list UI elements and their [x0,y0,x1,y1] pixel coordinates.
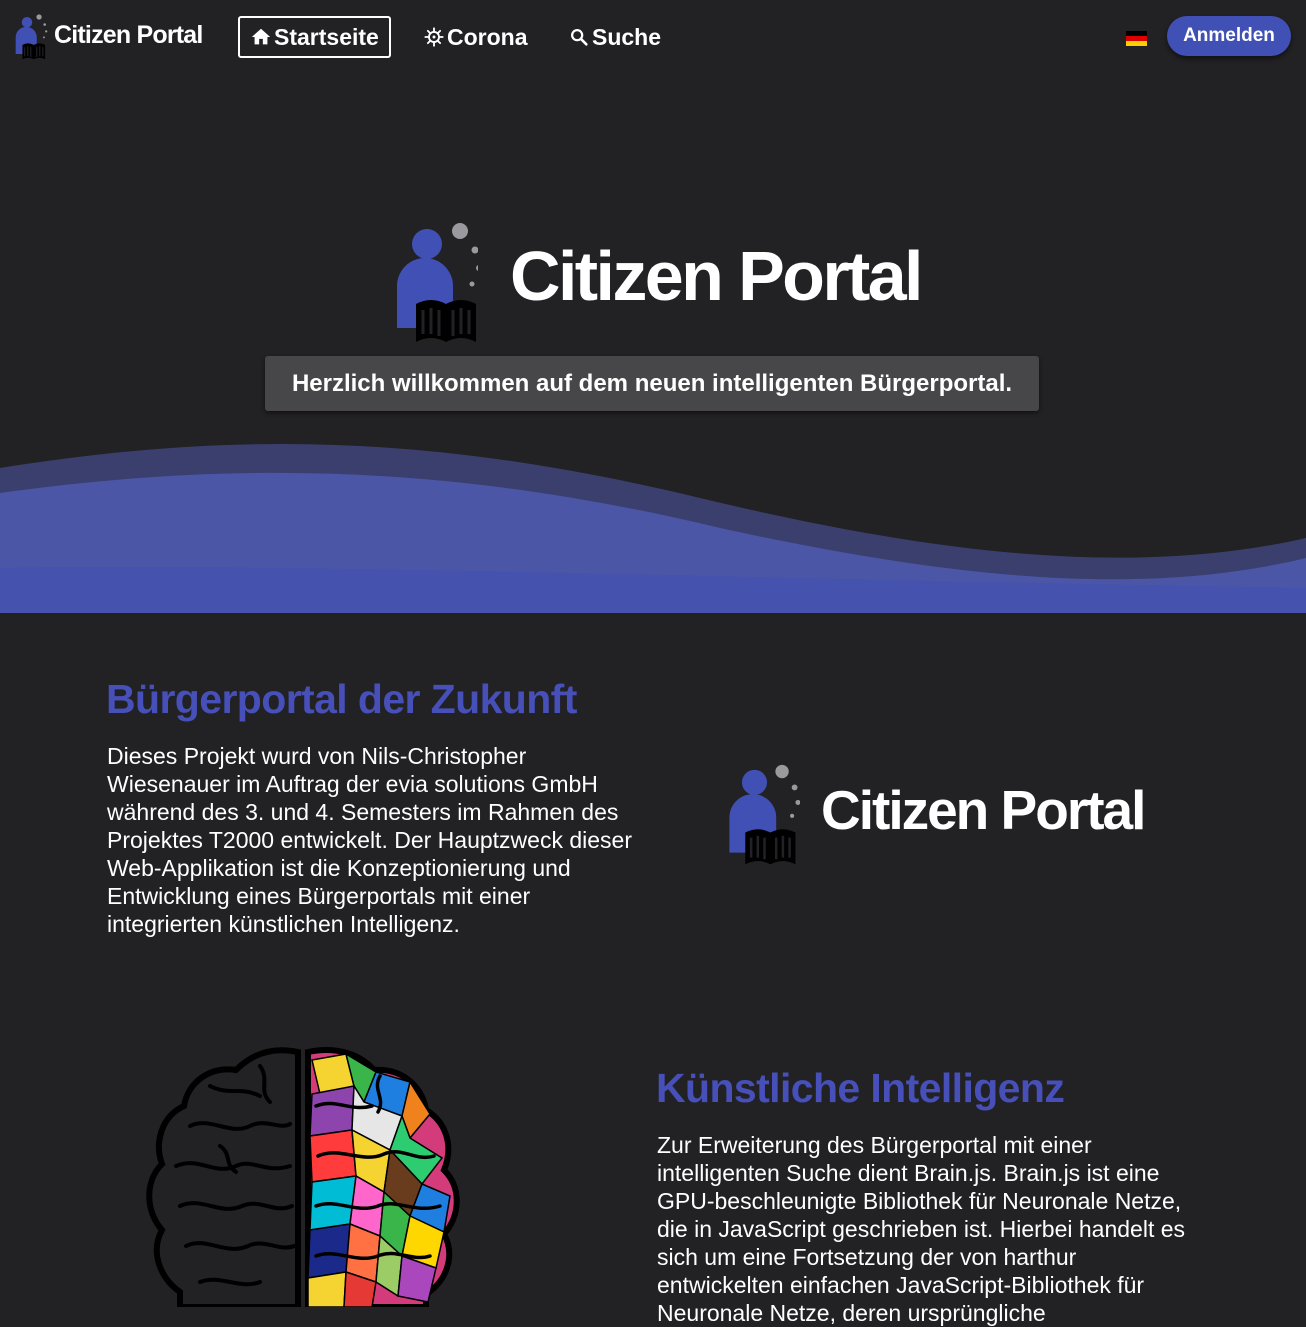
hero-subtitle: Herzlich willkommen auf dem neuen intell… [265,356,1039,411]
nav-item-corona[interactable]: Corona [423,16,528,58]
virus-icon [423,26,445,48]
nav-label-suche: Suche [592,23,662,50]
about-logo-icon [729,764,800,865]
hero-title: Citizen Portal [510,237,923,315]
hero-logo-icon [397,223,478,342]
search-icon [568,26,590,48]
home-icon [250,26,272,48]
about-logo-text: Citizen Portal [821,779,1146,841]
hero-wave-divider [0,444,1306,613]
about-text: Dieses Projekt wurd von Nils-Christopher… [107,743,632,937]
top-navbar: Citizen Portal Startseite Corona Suche A… [0,0,1306,76]
nav-label-startseite: Startseite [274,23,379,50]
citizen-portal-logo-icon [15,14,48,60]
nav-item-suche[interactable]: Suche [568,16,661,58]
about-heading: Bürgerportal der Zukunft [106,676,577,722]
nav-item-startseite[interactable]: Startseite [238,16,391,58]
nav-label-corona: Corona [447,23,528,50]
brand-link[interactable]: Citizen Portal [12,14,203,60]
ai-heading: Künstliche Intelligenz [656,1065,1065,1111]
german-flag-icon[interactable] [1126,31,1147,46]
login-button[interactable]: Anmelden [1167,16,1291,56]
ai-text: Zur Erweiterung des Bürgerportal mit ein… [657,1132,1186,1326]
brand-name: Citizen Portal [54,20,203,49]
brain-illustration [146,1047,460,1307]
